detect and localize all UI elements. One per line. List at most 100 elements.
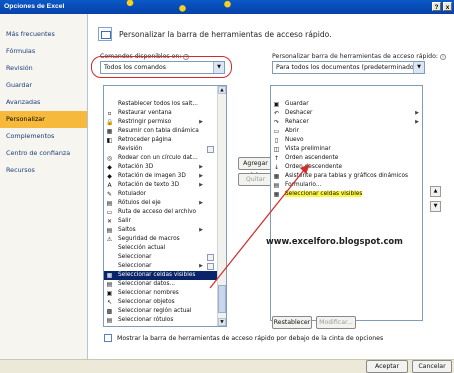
command-icon: ▭ xyxy=(106,209,113,216)
command-icon: ↶ xyxy=(273,110,280,117)
customize-panel: Personalizar la barra de herramientas de… xyxy=(88,14,454,359)
submenu-arrow-icon: ▶ xyxy=(415,110,419,116)
command-icon: ↖ xyxy=(106,299,113,306)
list-item[interactable]: ◫ Vista preliminar xyxy=(271,145,422,154)
list-item-label: Rotación de imagen 3D xyxy=(118,173,186,179)
list-item[interactable]: ▤ Saltos ▶ xyxy=(104,226,217,235)
toolbar-icon xyxy=(98,27,112,41)
title-buttons: ? x xyxy=(432,2,452,11)
list-item-label: Rótulos del eje xyxy=(118,200,161,206)
list-item[interactable]: ▩ Seleccionar región actual xyxy=(104,307,217,316)
scroll-up-icon[interactable]: ▲ xyxy=(218,86,226,94)
info-icon: i xyxy=(439,54,446,60)
help-button[interactable]: ? xyxy=(432,2,441,11)
list-item[interactable]: ◎ Rodear con un círculo dat... xyxy=(104,154,217,163)
sidebar-item[interactable]: Personalizar xyxy=(0,111,87,128)
close-button[interactable]: x xyxy=(443,2,452,11)
list-item[interactable]: ▤ Rótulos del eje ▶ xyxy=(104,199,217,208)
command-icon xyxy=(106,101,113,108)
qat-label: Personalizar barra de herramientas de ac… xyxy=(272,53,446,60)
list-item[interactable]: ▦ Resumir con tabla dinámica xyxy=(104,127,217,136)
list-item[interactable]: ▤ Seleccionar datos... xyxy=(104,280,217,289)
submenu-arrow-icon: ▶ xyxy=(415,119,419,125)
list-item[interactable]: ✎ Rotulador xyxy=(104,190,217,199)
list-item-label: Abrir xyxy=(285,128,300,134)
list-item[interactable]: Selección actual xyxy=(104,244,217,253)
command-icon: ▯ xyxy=(274,137,279,144)
list-item[interactable]: Seleccionar ▶ xyxy=(104,262,217,271)
list-item[interactable]: ▤ Seleccionar rótulos xyxy=(104,316,217,325)
list-item-label: Salir xyxy=(118,218,131,224)
list-item[interactable]: ▣ Seleccionar nombres xyxy=(104,289,217,298)
list-item-label: Restablecer todos los salt... xyxy=(118,101,198,107)
list-item-label: Seleccionar datos... xyxy=(118,281,176,287)
sidebar-item[interactable]: Guardar xyxy=(0,77,87,94)
sidebar-item[interactable]: Fórmulas xyxy=(0,43,87,60)
submenu-arrow-icon: ▶ xyxy=(199,200,203,206)
submenu-arrow-icon: ▶ xyxy=(199,227,203,233)
reset-button[interactable]: Restablecer xyxy=(272,316,312,329)
list-item[interactable]: ◆ Rotación 3D ▶ xyxy=(104,163,217,172)
dropdown-indicator-icon xyxy=(207,146,214,153)
list-item[interactable]: ▭ Abrir xyxy=(271,127,422,136)
list-item[interactable]: ↶ Deshacer ▶ xyxy=(271,109,422,118)
list-item-label: Nuevo xyxy=(285,137,304,143)
list-item[interactable]: ⚠ Seguridad de macros xyxy=(104,235,217,244)
list-item-label: Seleccionar región actual xyxy=(118,308,192,314)
below-ribbon-label: Mostrar la barra de herramientas de acce… xyxy=(117,334,384,342)
submenu-arrow-icon: ▶ xyxy=(199,164,203,170)
command-icon: ◆ xyxy=(107,164,112,171)
list-item-label: Restaurar ventana xyxy=(118,110,172,116)
command-icon: ▤ xyxy=(106,227,113,234)
sidebar-item[interactable]: Centro de confianza xyxy=(0,145,87,162)
list-item[interactable]: 🔒 Restringir permiso ▶ xyxy=(104,118,217,127)
command-icon: 🔒 xyxy=(106,119,114,126)
list-item[interactable]: ◧ Retroceder página xyxy=(104,136,217,145)
section-header: Personalizar la barra de herramientas de… xyxy=(98,26,332,42)
window-title: Opciones de Excel xyxy=(4,3,65,10)
list-item[interactable]: ▣ Guardar xyxy=(271,100,422,109)
sidebar-item[interactable]: Recursos xyxy=(0,162,87,179)
move-down-button[interactable]: ▼ xyxy=(430,201,441,212)
list-item[interactable]: Restablecer todos los salt... xyxy=(104,100,217,109)
list-item[interactable]: ▭ Ruta de acceso del archivo xyxy=(104,208,217,217)
list-item-label: Rotación 3D xyxy=(118,164,154,170)
list-item[interactable]: ↷ Rehacer ▶ xyxy=(271,118,422,127)
list-item[interactable]: ▯ Nuevo xyxy=(271,136,422,145)
list-item[interactable]: ▦ Seleccionar celdas visibles xyxy=(104,271,217,280)
qat-scope-dropdown[interactable]: Para todos los documentos (predeterminad… xyxy=(272,61,425,74)
sidebar-item[interactable]: Revisión xyxy=(0,60,87,77)
list-item[interactable]: Seleccionar xyxy=(104,253,217,262)
list-item[interactable]: Revisión xyxy=(104,145,217,154)
list-item-label: Saltos xyxy=(118,227,136,233)
list-item[interactable]: ↖ Seleccionar objetos xyxy=(104,298,217,307)
qat-scope-value: Para todos los documentos (predeterminad… xyxy=(276,64,417,71)
ok-button[interactable]: Aceptar xyxy=(366,360,408,373)
submenu-arrow-icon: ▶ xyxy=(199,119,203,125)
below-ribbon-option[interactable]: Mostrar la barra de herramientas de acce… xyxy=(104,334,383,342)
title-bar: Opciones de Excel ? x xyxy=(0,0,454,14)
list-item[interactable]: A Rotación de texto 3D ▶ xyxy=(104,181,217,190)
sidebar-item[interactable]: Avanzadas xyxy=(0,94,87,111)
list-item-label: Seleccionar objetos xyxy=(118,299,175,305)
command-icon: ▭ xyxy=(273,128,280,135)
sidebar-item[interactable]: Complementos xyxy=(0,128,87,145)
modify-button[interactable]: Modificar... xyxy=(316,316,356,329)
command-icon: ✕ xyxy=(106,218,113,225)
command-icon: ⚠ xyxy=(106,236,113,243)
list-item[interactable]: ↑ Orden ascendente xyxy=(271,154,422,163)
list-item-label: Revisión xyxy=(118,146,143,152)
command-icon xyxy=(106,146,113,153)
move-up-button[interactable]: ▲ xyxy=(430,186,441,197)
command-icon: ▣ xyxy=(106,290,113,297)
cancel-button[interactable]: Cancelar xyxy=(412,360,452,373)
list-item[interactable]: ◆ Rotación de imagen 3D ▶ xyxy=(104,172,217,181)
list-item[interactable]: ▫ Restaurar ventana xyxy=(104,109,217,118)
command-icon: ◆ xyxy=(107,173,112,180)
list-item-label: Ruta de acceso del archivo xyxy=(118,209,197,215)
list-item-label: Seguridad de macros xyxy=(118,236,180,242)
list-item[interactable]: ✕ Salir xyxy=(104,217,217,226)
sidebar-item[interactable]: Más frecuentes xyxy=(0,26,87,43)
below-ribbon-checkbox[interactable] xyxy=(104,334,112,342)
scroll-down-icon[interactable]: ▼ xyxy=(218,318,226,326)
